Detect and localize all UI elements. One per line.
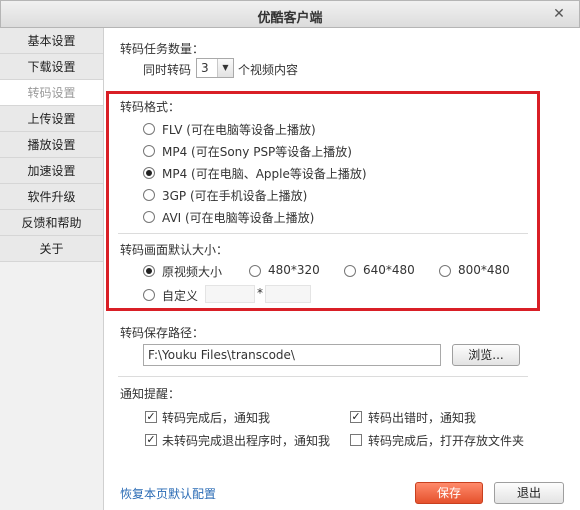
save-path-input[interactable]: F:\Youku Files\transcode\	[143, 344, 441, 366]
sidebar-item-acceleration[interactable]: 加速设置	[0, 158, 103, 184]
size-option-480[interactable]: 480*320	[268, 263, 320, 277]
format-label: 转码格式：	[120, 100, 181, 114]
size-radio-custom[interactable]	[143, 289, 155, 301]
size-option-800[interactable]: 800*480	[458, 263, 510, 277]
format-radio-mp4-psp[interactable]	[143, 145, 155, 157]
size-option-custom[interactable]: 自定义	[162, 287, 198, 304]
title-bar: 优酷客户端 ✕	[0, 0, 580, 28]
format-option-flv[interactable]: FLV (可在电脑等设备上播放)	[162, 121, 316, 138]
custom-width-input[interactable]	[205, 285, 255, 303]
settings-sidebar: 基本设置 下载设置 转码设置 上传设置 播放设置 加速设置 软件升级 反馈和帮助…	[0, 28, 104, 510]
notify-option-error[interactable]: 转码出错时，通知我	[368, 409, 476, 426]
window-title: 优酷客户端	[257, 11, 323, 26]
size-option-640[interactable]: 640*480	[363, 263, 415, 277]
format-radio-avi[interactable]	[143, 211, 155, 223]
section-divider	[118, 233, 528, 234]
restore-defaults-link[interactable]: 恢复本页默认配置	[120, 485, 216, 502]
exit-button[interactable]: 退出	[494, 482, 564, 504]
task-count-label: 转码任务数量：	[120, 42, 205, 56]
sidebar-item-about[interactable]: 关于	[0, 236, 103, 262]
sidebar-item-feedback[interactable]: 反馈和帮助	[0, 210, 103, 236]
notify-option-exit[interactable]: 未转码完成退出程序时，通知我	[162, 432, 330, 449]
sidebar-item-basic[interactable]: 基本设置	[0, 28, 103, 54]
close-icon[interactable]: ✕	[551, 6, 567, 22]
notify-checkbox-complete[interactable]: ✓	[145, 411, 157, 423]
size-radio-800[interactable]	[439, 265, 451, 277]
format-radio-flv[interactable]	[143, 123, 155, 135]
format-radio-3gp[interactable]	[143, 189, 155, 201]
save-button[interactable]: 保存	[415, 482, 483, 504]
format-option-3gp[interactable]: 3GP (可在手机设备上播放)	[162, 187, 307, 204]
task-count-prefix: 同时转码	[143, 63, 192, 77]
custom-height-input[interactable]	[265, 285, 311, 303]
size-label: 转码画面默认大小：	[120, 243, 229, 257]
notify-checkbox-error[interactable]: ✓	[350, 411, 362, 423]
task-count-suffix: 个视频内容	[238, 63, 299, 77]
chevron-down-icon[interactable]: ▼	[217, 59, 233, 77]
format-radio-mp4-apple[interactable]	[143, 167, 155, 179]
save-path-label: 转码保存路径：	[120, 326, 205, 340]
size-radio-original[interactable]	[143, 265, 155, 277]
size-radio-480[interactable]	[249, 265, 261, 277]
notify-checkbox-exit[interactable]: ✓	[145, 434, 157, 446]
sidebar-item-upgrade[interactable]: 软件升级	[0, 184, 103, 210]
custom-size-separator: *	[257, 286, 263, 300]
notify-option-open-folder[interactable]: 转码完成后，打开存放文件夹	[368, 432, 524, 449]
notify-checkbox-open-folder[interactable]	[350, 434, 362, 446]
task-count-select[interactable]: 3 ▼	[196, 58, 234, 78]
task-count-value: 3	[201, 61, 209, 75]
sidebar-item-playback[interactable]: 播放设置	[0, 132, 103, 158]
sidebar-item-download[interactable]: 下载设置	[0, 54, 103, 80]
format-option-avi[interactable]: AVI (可在电脑等设备上播放)	[162, 209, 314, 226]
notify-label: 通知提醒：	[120, 387, 181, 401]
format-option-mp4-apple[interactable]: MP4 (可在电脑、Apple等设备上播放)	[162, 165, 367, 182]
format-option-mp4-psp[interactable]: MP4 (可在Sony PSP等设备上播放)	[162, 143, 352, 160]
size-option-original[interactable]: 原视频大小	[162, 263, 222, 280]
size-radio-640[interactable]	[344, 265, 356, 277]
browse-button[interactable]: 浏览...	[452, 344, 520, 366]
notify-option-complete[interactable]: 转码完成后，通知我	[162, 409, 270, 426]
section-divider	[118, 376, 528, 377]
sidebar-item-upload[interactable]: 上传设置	[0, 106, 103, 132]
sidebar-item-transcode[interactable]: 转码设置	[0, 80, 103, 106]
